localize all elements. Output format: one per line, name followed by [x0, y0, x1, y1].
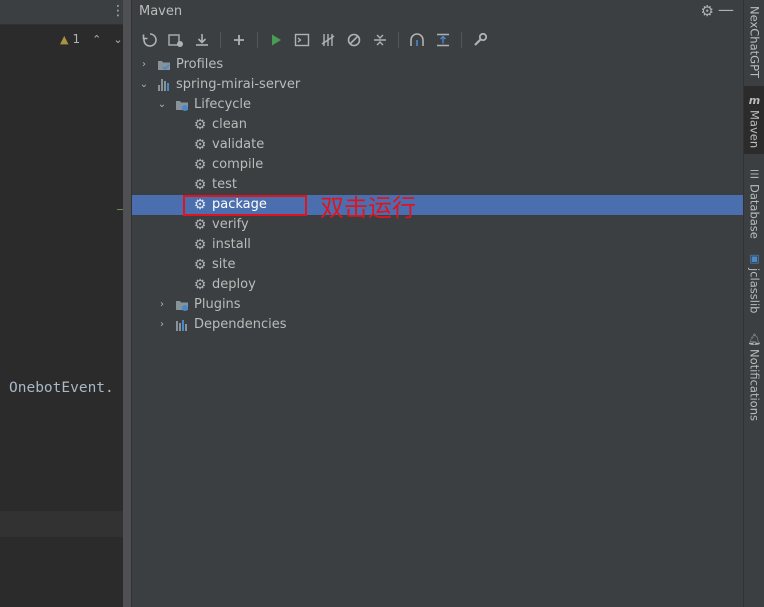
gear-icon: ⚙: [193, 137, 207, 153]
tree-node-profiles[interactable]: › Profiles: [132, 55, 744, 75]
toolbar-separator: [257, 32, 258, 48]
gear-icon: ⚙: [193, 157, 207, 173]
maven-tool-window: Maven ⚙ — › Profiles ⌄ spring-mirai-serv…: [131, 0, 744, 607]
right-tool-stripe: NexChatGPT m Maven ☰ Database ▣ jclassli…: [743, 0, 764, 607]
goal-deploy[interactable]: ⚙ deploy: [132, 275, 744, 295]
gear-icon[interactable]: ⚙: [701, 2, 714, 20]
stripe-label: Maven: [747, 110, 762, 149]
goal-label: clean: [212, 117, 247, 132]
dependencies-icon: [175, 318, 189, 332]
bell-icon: 🔔︎: [747, 333, 762, 346]
maven-icon: m: [748, 94, 761, 107]
goal-validate[interactable]: ⚙ validate: [132, 135, 744, 155]
goal-label: install: [212, 237, 251, 252]
tree-node-plugins[interactable]: › Plugins: [132, 295, 744, 315]
gear-icon: ⚙: [193, 257, 207, 273]
goal-label: test: [212, 177, 237, 192]
maven-header: Maven ⚙ —: [132, 0, 744, 25]
goal-clean[interactable]: ⚙ clean: [132, 115, 744, 135]
inspection-widget[interactable]: ▲ 1 ⌃ ⌄: [60, 30, 123, 48]
tree-label: Plugins: [194, 297, 241, 312]
database-icon: ☰: [749, 168, 760, 181]
annotation-highlight-box: [183, 195, 307, 216]
maven-project-icon: [157, 78, 171, 92]
stripe-label: Database: [747, 184, 762, 239]
goal-label: deploy: [212, 277, 256, 292]
reload-all-icon[interactable]: [139, 29, 161, 51]
code-line[interactable]: OnebotEvent.: [9, 380, 114, 396]
toggle-offline-mode-icon[interactable]: [317, 29, 339, 51]
gear-icon: ⚙: [193, 277, 207, 293]
goal-install[interactable]: ⚙ install: [132, 235, 744, 255]
toolbar-separator: [220, 32, 221, 48]
tree-label: Lifecycle: [194, 97, 252, 112]
skip-tests-icon[interactable]: [343, 29, 365, 51]
toolbar-separator: [398, 32, 399, 48]
goal-test[interactable]: ⚙ test: [132, 175, 744, 195]
gear-icon: ⚙: [193, 117, 207, 133]
current-line-highlight: [0, 511, 123, 537]
chevron-right-icon[interactable]: ›: [156, 295, 168, 315]
stripe-maven[interactable]: m Maven: [744, 86, 764, 155]
stripe-label: Notifications: [747, 349, 762, 421]
tree-label: spring-mirai-server: [176, 77, 301, 92]
chevron-right-icon[interactable]: ›: [156, 315, 168, 335]
tree-node-project[interactable]: ⌄ spring-mirai-server: [132, 75, 744, 95]
editor-tab-bar: [0, 0, 123, 25]
tree-node-dependencies[interactable]: › Dependencies: [132, 315, 744, 335]
goal-label: site: [212, 257, 236, 272]
add-maven-project-icon[interactable]: [228, 29, 250, 51]
toolbar-separator: [461, 32, 462, 48]
run-maven-build-icon[interactable]: [265, 29, 287, 51]
chevron-down-icon[interactable]: ⌄: [113, 33, 122, 46]
build-tools-settings-icon[interactable]: [469, 29, 491, 51]
stripe-notifications[interactable]: 🔔︎ Notifications: [744, 333, 764, 421]
stripe-nexchatgpt[interactable]: NexChatGPT: [744, 6, 764, 78]
goal-label: compile: [212, 157, 264, 172]
maven-toolbar: [132, 28, 751, 52]
gear-icon: ⚙: [193, 237, 207, 253]
warning-count: 1: [72, 32, 81, 46]
lifecycle-folder-icon: [175, 98, 189, 112]
chevron-up-icon[interactable]: ⌃: [92, 33, 101, 46]
maven-title: Maven: [139, 4, 183, 19]
tree-label: Dependencies: [194, 317, 287, 332]
stripe-label: NexChatGPT: [747, 6, 762, 79]
chevron-down-icon[interactable]: ⌄: [156, 95, 168, 115]
editor-scrollbar[interactable]: [123, 0, 131, 607]
goal-label: validate: [212, 137, 265, 152]
show-dependencies-icon[interactable]: [406, 29, 428, 51]
tree-label: Profiles: [176, 57, 224, 72]
editor-pane[interactable]: ⋮ ▲ 1 ⌃ ⌄ OnebotEvent.: [0, 0, 125, 607]
goal-verify[interactable]: ⚙ verify: [132, 215, 744, 235]
chevron-down-icon[interactable]: ⌄: [138, 75, 150, 95]
chevron-right-icon[interactable]: ›: [138, 55, 150, 75]
expand-all-icon[interactable]: [432, 29, 454, 51]
tree-node-lifecycle[interactable]: ⌄ Lifecycle: [132, 95, 744, 115]
stripe-label: jclasslib: [747, 268, 762, 314]
goal-compile[interactable]: ⚙ compile: [132, 155, 744, 175]
generate-sources-icon[interactable]: [165, 29, 187, 51]
warning-icon: ▲: [60, 32, 69, 46]
execute-maven-goal-icon[interactable]: [291, 29, 313, 51]
stripe-database[interactable]: ☰ Database: [744, 168, 764, 239]
minimize-icon[interactable]: —: [718, 0, 734, 19]
profiles-folder-icon: [157, 58, 171, 72]
gear-icon: ⚙: [193, 177, 207, 193]
annotation-text: 双击运行: [320, 194, 416, 222]
goal-site[interactable]: ⚙ site: [132, 255, 744, 275]
jclasslib-icon: ▣: [749, 252, 760, 265]
collapse-all-icon[interactable]: [369, 29, 391, 51]
download-sources-icon[interactable]: [191, 29, 213, 51]
goal-label: verify: [212, 217, 249, 232]
gear-icon: ⚙: [193, 217, 207, 233]
stripe-jclasslib[interactable]: ▣ jclasslib: [744, 252, 764, 313]
plugins-folder-icon: [175, 298, 189, 312]
